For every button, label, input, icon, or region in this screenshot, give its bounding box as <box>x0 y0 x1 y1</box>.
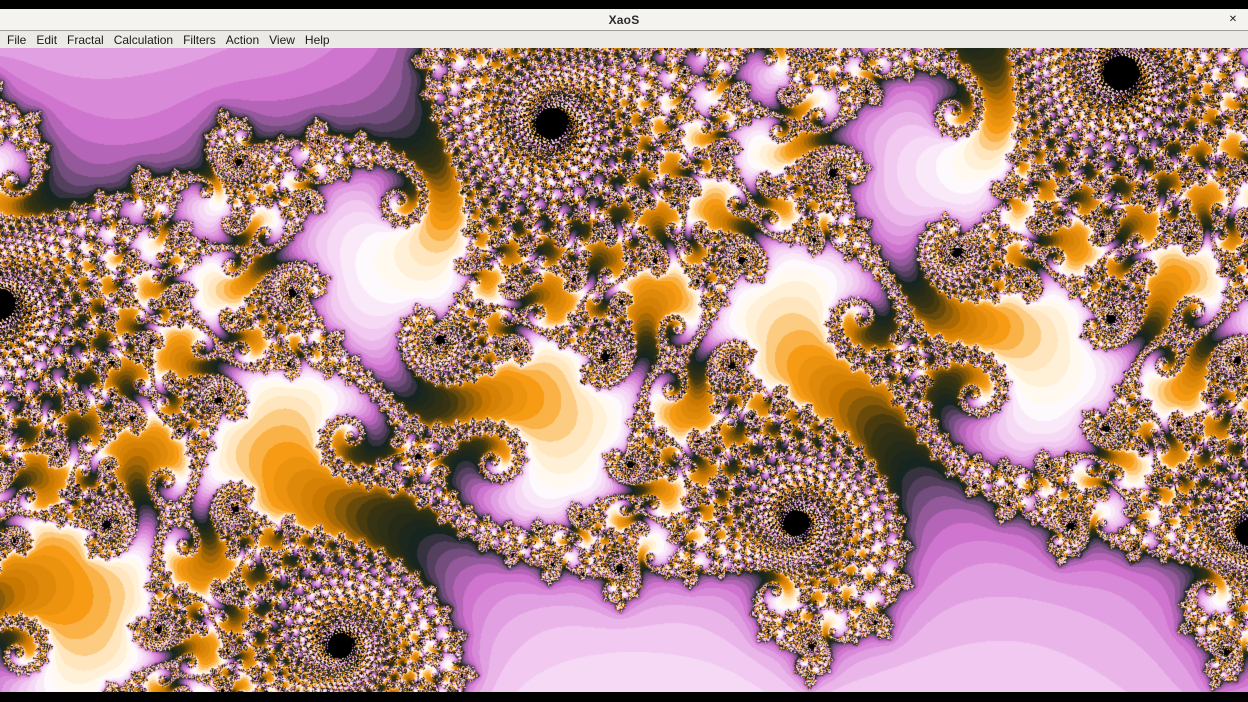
window-titlebar[interactable]: XaoS ✕ <box>0 9 1248 31</box>
close-icon: ✕ <box>1229 15 1237 25</box>
letterbox-top <box>0 0 1248 9</box>
menu-item-calculation[interactable]: Calculation <box>109 31 178 48</box>
menu-item-edit[interactable]: Edit <box>31 31 62 48</box>
menu-item-help[interactable]: Help <box>300 31 335 48</box>
menu-bar: File Edit Fractal Calculation Filters Ac… <box>0 31 1248 48</box>
window-title: XaoS <box>609 13 640 27</box>
menu-item-view[interactable]: View <box>264 31 300 48</box>
fractal-canvas[interactable] <box>0 48 1248 692</box>
menu-item-filters[interactable]: Filters <box>178 31 221 48</box>
menu-item-action[interactable]: Action <box>221 31 264 48</box>
menu-item-file[interactable]: File <box>2 31 31 48</box>
letterbox-bottom <box>0 692 1248 702</box>
xaos-window: XaoS ✕ File Edit Fractal Calculation Fil… <box>0 9 1248 692</box>
fractal-viewport <box>0 48 1248 692</box>
menu-item-fractal[interactable]: Fractal <box>62 31 109 48</box>
close-button[interactable]: ✕ <box>1223 9 1243 30</box>
